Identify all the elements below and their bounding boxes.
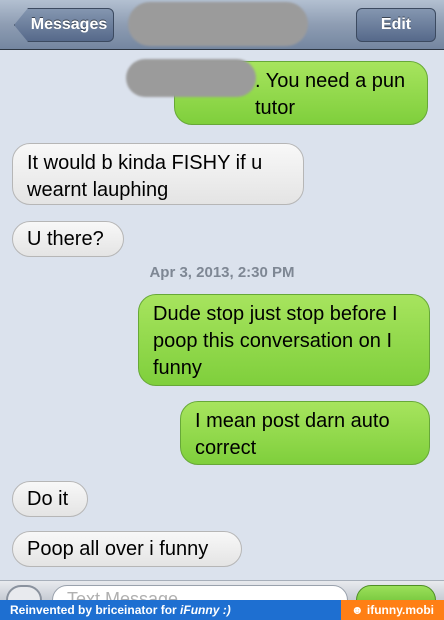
camera-button[interactable] (6, 585, 42, 600)
message-bubble-incoming: It would b kinda FISHY if u wearnt lauph… (12, 143, 304, 205)
send-button[interactable] (356, 585, 436, 600)
edit-button-label: Edit (380, 16, 412, 33)
message-input-placeholder: Text Message (67, 589, 179, 600)
message-text: Dude stop just stop before I poop this c… (153, 303, 398, 379)
watermark-footer: Reinvented by briceinator for iFunny :) … (0, 600, 444, 620)
edit-button[interactable]: Edit (356, 8, 436, 42)
message-text: . You need a pun tutor (255, 70, 406, 119)
message-text: Poop all over i funny (27, 538, 209, 560)
message-bubble-outgoing: I mean post darn auto correct (180, 401, 430, 465)
redacted-message-text (126, 59, 256, 97)
message-text: It would b kinda FISHY if u wearnt lauph… (27, 152, 263, 201)
footer-site: ☻ ifunny.mobi (340, 600, 444, 620)
message-bubble-incoming: Do it (12, 481, 88, 517)
back-button-label: Messages (30, 16, 108, 33)
footer-credit-text: Reinvented by briceinator for (10, 603, 177, 617)
compose-bar: Text Message (0, 580, 444, 600)
redacted-contact-name (128, 2, 308, 46)
message-bubble-incoming: U there? (12, 221, 124, 257)
message-timestamp: Apr 3, 2013, 2:30 PM (149, 264, 295, 281)
message-text: I mean post darn auto correct (195, 410, 390, 459)
message-text: U there? (27, 228, 104, 250)
nav-bar: Messages Edit (0, 0, 444, 50)
message-bubble-incoming: Poop all over i funny (12, 531, 242, 567)
message-input[interactable]: Text Message (52, 585, 348, 600)
messages-back-button[interactable]: Messages (14, 8, 114, 42)
message-thread: . You need a pun tutor It would b kinda … (0, 51, 444, 581)
footer-brand: iFunny :) (180, 603, 231, 617)
message-text: Do it (27, 488, 69, 510)
footer-credit: Reinvented by briceinator for iFunny :) (10, 603, 231, 617)
message-bubble-outgoing: Dude stop just stop before I poop this c… (138, 294, 430, 386)
